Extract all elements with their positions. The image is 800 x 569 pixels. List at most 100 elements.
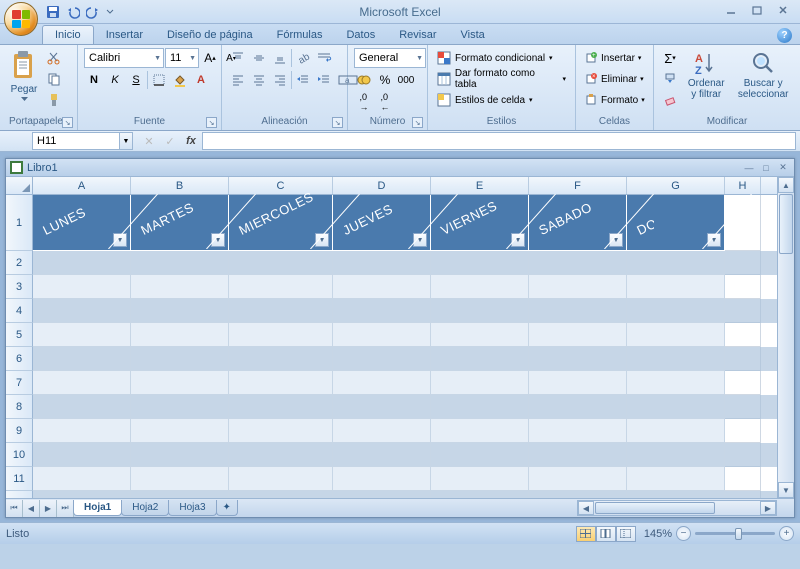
cell-F6[interactable]	[529, 347, 627, 371]
cell-B2[interactable]	[131, 251, 229, 275]
currency-button[interactable]	[354, 70, 374, 90]
cell-B8[interactable]	[131, 395, 229, 419]
cell-C10[interactable]	[229, 443, 333, 467]
close-button[interactable]	[770, 2, 796, 18]
row-header-7[interactable]: 7	[6, 371, 33, 395]
cell-A4[interactable]	[33, 299, 131, 323]
cell-A9[interactable]	[33, 419, 131, 443]
maximize-button[interactable]	[744, 2, 770, 18]
align-middle-button[interactable]	[249, 48, 269, 68]
wbk-maximize-button[interactable]: □	[759, 162, 773, 174]
insert-cells-button[interactable]: +Insertar▾	[582, 48, 644, 68]
cell-C8[interactable]	[229, 395, 333, 419]
cell-H9[interactable]	[725, 419, 761, 443]
cell-B9[interactable]	[131, 419, 229, 443]
cell-B7[interactable]	[131, 371, 229, 395]
spreadsheet-grid[interactable]: ABCDEFGH 1LUNES▼MARTES▼MIERCOLES▼JUEVES▼…	[6, 177, 777, 498]
cell-G12[interactable]	[627, 491, 725, 498]
cell-C11[interactable]	[229, 467, 333, 491]
row-header-8[interactable]: 8	[6, 395, 33, 419]
cell-A6[interactable]	[33, 347, 131, 371]
bold-button[interactable]: N	[84, 70, 104, 90]
align-left-button[interactable]	[228, 70, 248, 90]
font-size-combo[interactable]: 11▼	[165, 48, 199, 68]
paste-button[interactable]: Pegar	[6, 48, 42, 103]
cell-E4[interactable]	[431, 299, 529, 323]
percent-button[interactable]: %	[375, 70, 395, 90]
sheet-tab-hoja3[interactable]: Hoja3	[168, 500, 216, 516]
cell-E10[interactable]	[431, 443, 529, 467]
sheet-nav-next[interactable]: ▶	[40, 500, 57, 517]
row-header-9[interactable]: 9	[6, 419, 33, 443]
cell-styles-button[interactable]: Estilos de celda▾	[434, 90, 536, 110]
filter-button[interactable]: ▼	[413, 233, 427, 247]
column-header-D[interactable]: D	[333, 177, 431, 194]
cell-F4[interactable]	[529, 299, 627, 323]
cell-E11[interactable]	[431, 467, 529, 491]
cell-F5[interactable]	[529, 323, 627, 347]
cell-F10[interactable]	[529, 443, 627, 467]
cell-C12[interactable]	[229, 491, 333, 498]
comma-button[interactable]: 000	[396, 70, 416, 90]
row-header-6[interactable]: 6	[6, 347, 33, 371]
cell-A10[interactable]	[33, 443, 131, 467]
sheet-nav-last[interactable]: ⏭	[57, 500, 74, 517]
filter-button[interactable]: ▼	[609, 233, 623, 247]
italic-button[interactable]: K	[105, 70, 125, 90]
row-header-4[interactable]: 4	[6, 299, 33, 323]
cell-E5[interactable]	[431, 323, 529, 347]
font-color-button[interactable]: A	[191, 70, 211, 90]
help-button[interactable]: ?	[777, 28, 792, 43]
cell-C3[interactable]	[229, 275, 333, 299]
cell-G6[interactable]	[627, 347, 725, 371]
redo-button[interactable]	[84, 3, 102, 21]
sheet-tab-hoja2[interactable]: Hoja2	[121, 500, 169, 516]
wrap-text-button[interactable]	[314, 48, 334, 68]
ribbon-tab-fórmulas[interactable]: Fórmulas	[265, 26, 335, 44]
increase-decimal-button[interactable]: ,0→	[354, 92, 374, 112]
copy-button[interactable]	[44, 69, 64, 89]
cell-F2[interactable]	[529, 251, 627, 275]
cell-D5[interactable]	[333, 323, 431, 347]
office-button[interactable]	[4, 2, 38, 36]
align-top-button[interactable]	[228, 48, 248, 68]
filter-button[interactable]: ▼	[211, 233, 225, 247]
dialog-launcher[interactable]: ↘	[62, 117, 73, 128]
scroll-up-button[interactable]: ▲	[778, 177, 794, 193]
minimize-button[interactable]	[718, 2, 744, 18]
ribbon-tab-diseño-de-página[interactable]: Diseño de página	[155, 26, 265, 44]
dialog-launcher[interactable]: ↘	[412, 117, 423, 128]
cell-E12[interactable]	[431, 491, 529, 498]
cell-H7[interactable]	[725, 371, 761, 395]
undo-button[interactable]	[64, 3, 82, 21]
horizontal-scrollbar[interactable]: ◀ ▶	[577, 500, 777, 516]
cell-F3[interactable]	[529, 275, 627, 299]
align-bottom-button[interactable]	[270, 48, 290, 68]
align-center-button[interactable]	[249, 70, 269, 90]
cell-H11[interactable]	[725, 467, 761, 491]
cut-button[interactable]	[44, 48, 64, 68]
cell-G3[interactable]	[627, 275, 725, 299]
cell-E6[interactable]	[431, 347, 529, 371]
cell-B11[interactable]	[131, 467, 229, 491]
column-header-E[interactable]: E	[431, 177, 529, 194]
cell-E1[interactable]: VIERNES▼	[431, 195, 529, 251]
format-as-table-button[interactable]: Dar formato como tabla▾	[434, 69, 569, 89]
cell-B5[interactable]	[131, 323, 229, 347]
cell-D6[interactable]	[333, 347, 431, 371]
new-sheet-tab[interactable]: ✦	[216, 500, 238, 516]
workbook-titlebar[interactable]: Libro1 — □ ✕	[6, 159, 794, 177]
delete-cells-button[interactable]: ×Eliminar▾	[582, 69, 647, 89]
zoom-slider[interactable]	[695, 532, 775, 535]
cell-D2[interactable]	[333, 251, 431, 275]
qat-customize-button[interactable]	[104, 3, 115, 21]
cell-A3[interactable]	[33, 275, 131, 299]
grow-font-button[interactable]: A▴	[200, 48, 220, 68]
format-painter-button[interactable]	[44, 90, 64, 110]
cell-H12[interactable]	[725, 491, 761, 498]
filter-button[interactable]: ▼	[707, 233, 721, 247]
row-header-3[interactable]: 3	[6, 275, 33, 299]
cell-C7[interactable]	[229, 371, 333, 395]
insert-function-button[interactable]: fx	[182, 133, 200, 149]
filter-button[interactable]: ▼	[511, 233, 525, 247]
